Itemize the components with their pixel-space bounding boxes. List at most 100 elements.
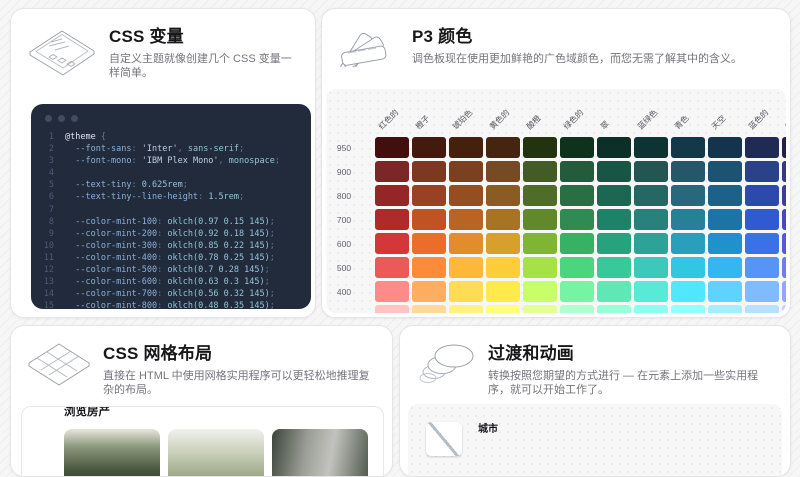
palette-cell (523, 233, 557, 254)
palette-cell (412, 209, 446, 230)
palette-cell (523, 185, 557, 206)
code-token: : (157, 301, 167, 309)
code-token: --color-mint-500 (65, 265, 157, 275)
palette-cell (597, 161, 631, 182)
palette-cell (449, 209, 483, 230)
palette-cell (560, 305, 594, 313)
palette-cell (708, 257, 742, 278)
palette-cell (412, 161, 446, 182)
code-token: : (157, 229, 167, 239)
palette-cell (634, 209, 668, 230)
palette-cell (671, 185, 705, 206)
code-line: 8 --color-mint-100: oklch(0.97 0.15 145)… (41, 216, 311, 228)
palette-cell (449, 137, 483, 158)
line-number: 12 (41, 264, 54, 276)
palette-cell (523, 137, 557, 158)
palette-cell (486, 137, 520, 158)
palette-cell (449, 281, 483, 302)
card-title: P3 颜色 (412, 27, 742, 47)
palette-cell (412, 305, 446, 313)
code-token: --font-sans (65, 144, 132, 154)
palette-cell (745, 305, 779, 313)
code-token: { (96, 132, 106, 142)
line-number: 15 (41, 300, 54, 309)
palette-cell (634, 257, 668, 278)
palette-cell (782, 257, 786, 278)
card-subtitle: 调色板现在使用更加鲜艳的广色域颜色，而您无需了解其中的含义。 (412, 52, 742, 66)
palette-cell (634, 185, 668, 206)
code-token: ; (270, 253, 275, 263)
hue-label: 青色 (672, 113, 691, 132)
code-editor-window: 1@theme {2 --font-sans: 'Inter', sans-se… (31, 104, 311, 309)
palette-cell (449, 233, 483, 254)
code-token: ; (239, 144, 244, 154)
shade-label: 800 (326, 185, 372, 206)
palette-cell (523, 257, 557, 278)
palette-cell (671, 209, 705, 230)
code-token: : (157, 265, 167, 275)
card-css-variables: CSS 变量 自定义主题就像创建几个 CSS 变量一样简单。 1@theme {… (10, 8, 316, 318)
line-number: 2 (41, 143, 54, 155)
palette-cell (634, 137, 668, 158)
code-token: ; (183, 180, 188, 190)
grid-layout-icon (25, 336, 93, 388)
palette-cell (597, 209, 631, 230)
color-swatches-fan-icon (336, 19, 402, 67)
line-number: 5 (41, 179, 54, 191)
palette-cell (375, 305, 409, 313)
palette-cell (412, 233, 446, 254)
palette-cell (597, 281, 631, 302)
palette-cell (375, 257, 409, 278)
window-dot-icon (58, 115, 65, 122)
card-transitions-animation: 过渡和动画 转换按照您期望的方式进行 — 在元素上添加一些实用程序，就可以开始工… (399, 325, 791, 477)
palette-cell (523, 161, 557, 182)
card-header: CSS 变量 自定义主题就像创建几个 CSS 变量一样简单。 (11, 9, 315, 85)
card-title: CSS 变量 (109, 27, 299, 47)
code-line: 11 --color-mint-400: oklch(0.78 0.25 145… (41, 252, 311, 264)
palette-cell (745, 257, 779, 278)
palette-cell (523, 305, 557, 313)
code-token: oklch(0.97 0.15 145) (167, 217, 269, 227)
code-line: 14 --color-mint-700: oklch(0.56 0.32 145… (41, 288, 311, 300)
code-token: 1.5rem (208, 192, 239, 202)
palette-cell (745, 161, 779, 182)
code-token: oklch(0.78 0.25 145) (167, 253, 269, 263)
palette-cell (486, 257, 520, 278)
hue-label: 黄色的 (487, 107, 512, 132)
card-p3-colors: P3 颜色 调色板现在使用更加鲜艳的广色域颜色，而您无需了解其中的含义。 红色的… (321, 8, 791, 318)
code-line: 3 --font-mono: 'IBM Plex Mono', monospac… (41, 155, 311, 167)
palette-cell (782, 209, 786, 230)
palette-cell (560, 137, 594, 158)
palette-cell (449, 161, 483, 182)
palette-cell (745, 185, 779, 206)
palette-cell (412, 137, 446, 158)
palette-cell (375, 185, 409, 206)
code-line: 1@theme { (41, 131, 311, 143)
css-variables-icon (25, 19, 99, 85)
card-header: 过渡和动画 转换按照您期望的方式进行 — 在元素上添加一些实用程序，就可以开始工… (400, 326, 790, 397)
code-line: 6 --text-tiny--line-height: 1.5rem; (41, 191, 311, 203)
window-dot-icon (71, 115, 78, 122)
palette-cell (486, 281, 520, 302)
code-token: oklch(0.7 0.28 145) (167, 265, 264, 275)
palette-cell (412, 281, 446, 302)
line-number: 7 (41, 204, 54, 216)
code-line: 5 --text-tiny: 0.625rem; (41, 179, 311, 191)
shade-label: 950 (326, 137, 372, 158)
code-line: 2 --font-sans: 'Inter', sans-serif; (41, 143, 311, 155)
code-token: --text-tiny--line-height (65, 192, 198, 202)
properties-demo-panel: 浏览房产 (21, 406, 384, 477)
card-title: CSS 网格布局 (103, 344, 376, 364)
palette-cell (671, 257, 705, 278)
code-token: --text-tiny (65, 180, 132, 190)
code-token: ; (265, 277, 270, 287)
palette-cell (560, 257, 594, 278)
code-line: 7 (41, 204, 311, 216)
palette-cell (671, 161, 705, 182)
hue-label: 蓝绿色 (635, 107, 660, 132)
palette-cell (671, 305, 705, 313)
code-token: , (178, 144, 188, 154)
palette-cell (375, 161, 409, 182)
palette-cell (782, 185, 786, 206)
property-photo (64, 429, 160, 477)
